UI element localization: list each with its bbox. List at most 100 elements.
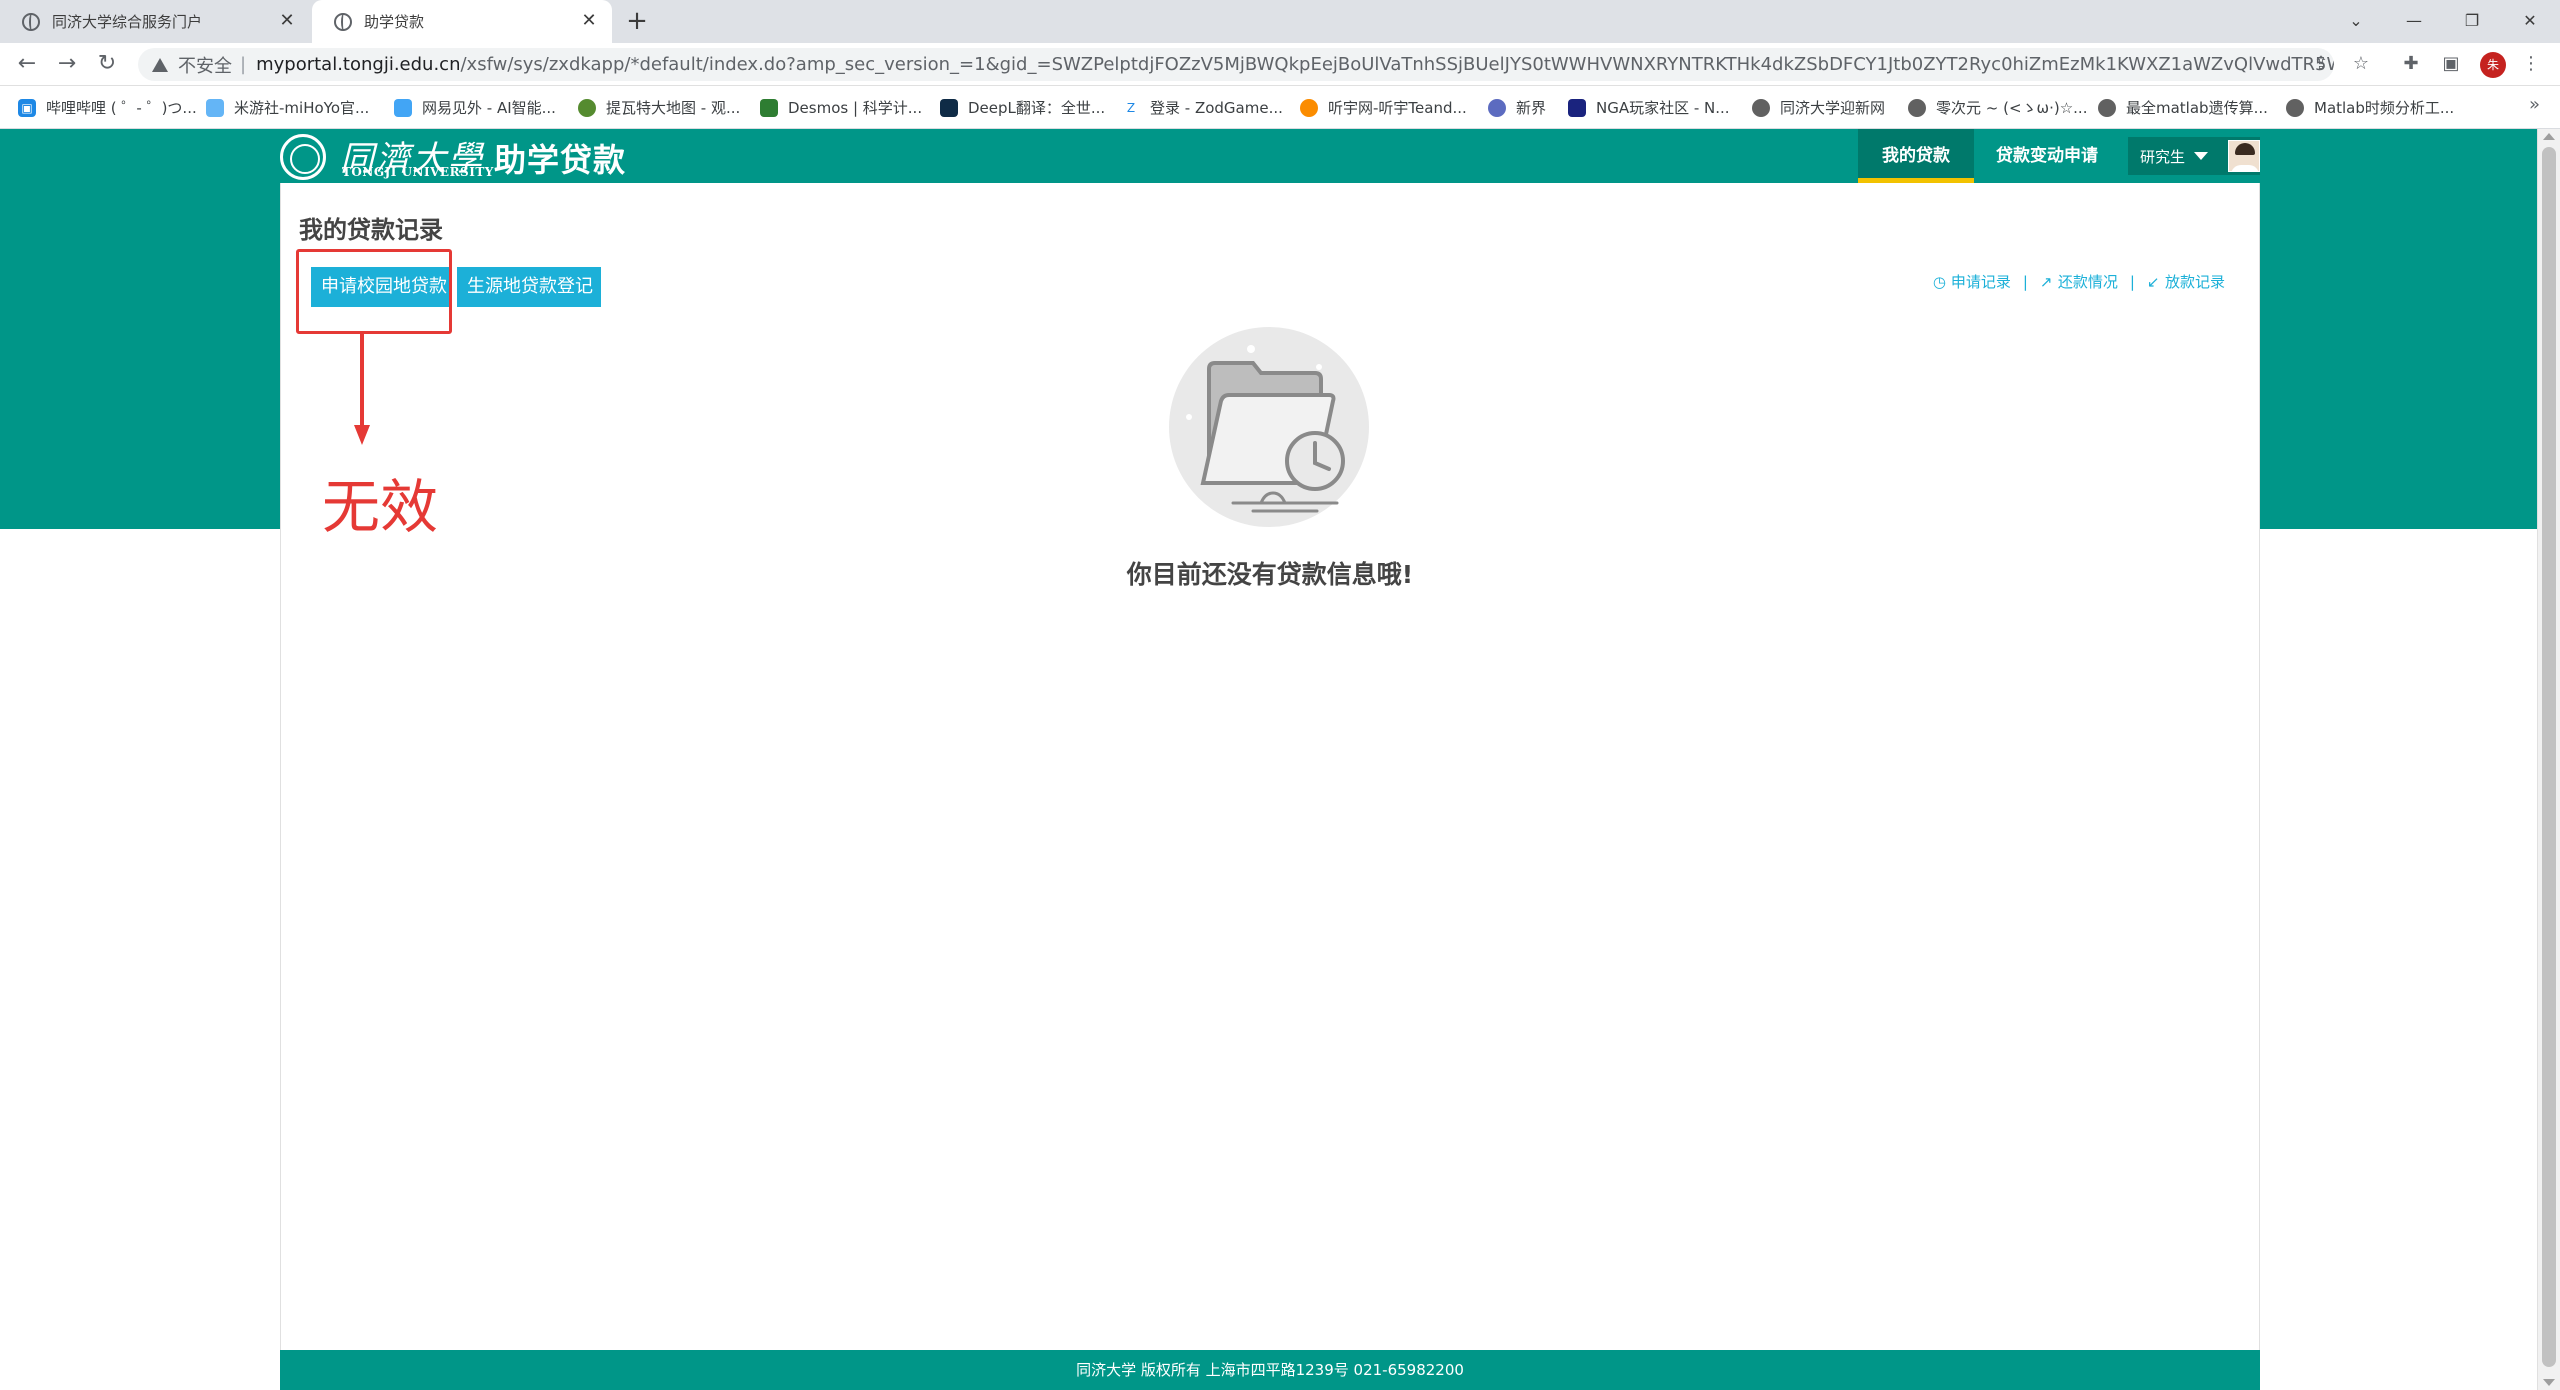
nav-my-loans[interactable]: 我的贷款 [1858, 129, 1974, 183]
bookmark-item[interactable]: Z 登录 - ZodGame... [1122, 86, 1283, 129]
caret-down-icon [2194, 152, 2208, 160]
insecure-label: 不安全 [178, 55, 232, 77]
profile-avatar[interactable]: 朱 [2480, 52, 2506, 78]
bookmark-star-icon[interactable]: ☆ [2346, 49, 2376, 79]
scroll-up-icon[interactable] [2543, 133, 2555, 140]
bookmark-label: 哔哩哔哩 ( ゜- ゜)つ... [46, 99, 197, 117]
close-tab-icon[interactable]: ✕ [276, 10, 298, 32]
tab-portal[interactable]: 同济大学综合服务门户 ✕ [0, 0, 310, 43]
restore-icon[interactable]: ❐ [2452, 6, 2492, 36]
scroll-down-icon[interactable] [2543, 1379, 2555, 1386]
bookmark-item[interactable]: DeepL翻译：全世... [940, 86, 1105, 129]
warning-icon [152, 57, 168, 72]
apply-records-label: 申请记录 [1950, 273, 2011, 291]
user-role: 研究生 [2140, 148, 2186, 166]
share-icon[interactable]: ⇪ [2306, 49, 2336, 79]
arrow-down-left-icon: ↙ [2146, 272, 2160, 291]
menu-icon[interactable]: ⋮ [2516, 49, 2546, 79]
bookmark-item[interactable]: 网易见外 - AI智能... [394, 86, 556, 129]
bookmark-label: Matlab时频分析工... [2314, 99, 2455, 117]
avatar[interactable] [2228, 140, 2260, 172]
mihoyo-icon [206, 98, 224, 117]
url-path: /xsfw/sys/zxdkapp/*default/index.do?amp_… [460, 54, 2334, 75]
map-icon [578, 98, 596, 117]
arrow-up-right-icon: ↗ [2039, 272, 2053, 291]
bookmark-item[interactable]: 米游社-miHoYo官... [206, 86, 369, 129]
bookmark-label: 新界 [1516, 99, 1547, 117]
globe-icon [2286, 98, 2304, 117]
release-records-link[interactable]: ↙ 放款记录 [2147, 271, 2225, 292]
new-tab-button[interactable]: + [622, 7, 652, 37]
top-navigation: 同濟大學 TONGJI UNIVERSITY 助学贷款 我的贷款 贷款变动申请 … [280, 129, 2260, 183]
extensions-icon[interactable]: ✚ [2396, 49, 2426, 79]
user-menu[interactable]: 研究生 [2128, 137, 2260, 175]
content-panel: 我的贷款记录 申请校园地贷款 生源地贷款登记 ◷ 申请记录 | ↗ 还款情况 |… [280, 183, 2260, 1390]
bookmark-label: 登录 - ZodGame... [1150, 99, 1283, 117]
url-host: myportal.tongji.edu.cn [256, 54, 461, 75]
close-window-icon[interactable]: ✕ [2510, 6, 2550, 36]
browser-toolbar: ← → ↻ 不安全 | myportal.tongji.edu.cn /xsfw… [0, 43, 2560, 86]
annotation-label: 无效 [322, 473, 439, 541]
bookmark-label: 听宇网-听宇Teand... [1328, 99, 1467, 117]
side-panel-icon[interactable]: ▣ [2436, 49, 2466, 79]
page-title: 我的贷款记录 [299, 216, 443, 244]
reload-icon[interactable]: ↻ [92, 49, 122, 79]
logo-english: TONGJI UNIVERSITY [342, 165, 494, 179]
empty-state-message: 你目前还没有贷款信息哦! [1126, 560, 1414, 589]
bookmark-item[interactable]: ▣ 哔哩哔哩 ( ゜- ゜)つ... [18, 86, 197, 129]
register-origin-loan-button[interactable]: 生源地贷款登记 [457, 267, 601, 307]
repay-status-link[interactable]: ↗ 还款情况 [2040, 271, 2118, 292]
link-separator: | [2129, 272, 2135, 291]
globe-icon [1908, 98, 1926, 117]
page-scrollbar[interactable] [2537, 129, 2560, 1390]
annotation-arrow-icon [354, 333, 370, 445]
globe-icon [2098, 98, 2116, 117]
bookmarks-bar: ▣ 哔哩哔哩 ( ゜- ゜)つ... 米游社-miHoYo官... 网易见外 -… [0, 86, 2560, 129]
bookmark-item[interactable]: 零次元 ~ (<ゝω·)☆... [1908, 86, 2087, 129]
bookmark-label: 米游社-miHoYo官... [234, 99, 370, 117]
nav-loan-change-request[interactable]: 贷款变动申请 [1974, 129, 2120, 183]
bookmark-item[interactable]: 同济大学迎新网 [1752, 86, 1885, 129]
bookmark-item[interactable]: 新界 [1488, 86, 1546, 129]
bookmark-label: 零次元 ~ (<ゝω·)☆... [1936, 99, 2088, 117]
repay-status-label: 还款情况 [2057, 273, 2118, 291]
link-separator: | [2022, 272, 2028, 291]
netease-icon [394, 98, 412, 117]
bookmark-label: 最全matlab遗传算... [2126, 99, 2268, 117]
university-seal-icon [280, 134, 326, 180]
scrollbar-thumb[interactable] [2542, 147, 2556, 1367]
quick-links: ◷ 申请记录 | ↗ 还款情况 | ↙ 放款记录 [1933, 271, 2225, 292]
globe-icon [334, 12, 352, 31]
xinjie-icon [1488, 98, 1506, 117]
bookmark-label: 网易见外 - AI智能... [422, 99, 556, 117]
bookmark-label: DeepL翻译：全世... [968, 99, 1106, 117]
bookmark-label: 同济大学迎新网 [1780, 99, 1886, 117]
tab-search-icon[interactable]: ⌄ [2336, 6, 2376, 36]
empty-folder-clock-icon [1169, 327, 1369, 527]
page-footer: 同济大学 版权所有 上海市四平路1239号 021-65982200 [280, 1350, 2260, 1390]
bookmark-item[interactable]: Desmos | 科学计... [760, 86, 922, 129]
bookmark-item[interactable]: Matlab时频分析工... [2286, 86, 2454, 129]
tingyu-icon [1300, 98, 1318, 117]
bookmarks-overflow-icon[interactable]: » [2529, 94, 2540, 115]
bookmark-label: Desmos | 科学计... [788, 99, 923, 117]
globe-icon [1752, 98, 1770, 117]
bookmark-item[interactable]: 提瓦特大地图 - 观... [578, 86, 740, 129]
tab-student-loan[interactable]: 助学贷款 ✕ [312, 0, 612, 43]
clock-icon: ◷ [1932, 272, 1946, 291]
bookmark-item[interactable]: 听宇网-听宇Teand... [1300, 86, 1467, 129]
deepl-icon [940, 98, 958, 117]
bookmark-item[interactable]: NGA玩家社区 - N... [1568, 86, 1730, 129]
app-title: 助学贷款 [494, 141, 627, 179]
close-tab-icon[interactable]: ✕ [578, 10, 600, 32]
minimize-icon[interactable]: — [2394, 6, 2434, 36]
forward-icon[interactable]: → [52, 49, 82, 79]
bookmark-label: NGA玩家社区 - N... [1596, 99, 1730, 117]
back-icon[interactable]: ← [12, 49, 42, 79]
zodgame-icon: Z [1122, 98, 1140, 117]
address-bar[interactable]: 不安全 | myportal.tongji.edu.cn /xsfw/sys/z… [138, 48, 2334, 81]
desmos-icon [760, 98, 778, 117]
bookmark-item[interactable]: 最全matlab遗传算... [2098, 86, 2268, 129]
apply-records-link[interactable]: ◷ 申请记录 [1933, 271, 2011, 292]
browser-tabstrip: 同济大学综合服务门户 ✕ 助学贷款 ✕ + ⌄ — ❐ ✕ [0, 0, 2560, 43]
